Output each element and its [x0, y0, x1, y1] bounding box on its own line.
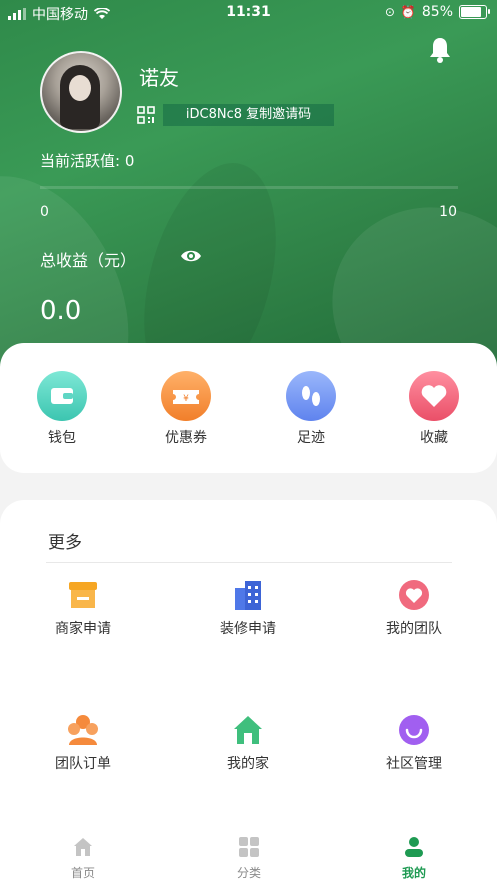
battery-text: 85% — [421, 4, 453, 20]
svg-text:¥: ¥ — [183, 394, 189, 404]
tab-mine-label: 我的 — [401, 866, 426, 880]
invite-code-button[interactable]: iDC8Nc8 复制邀请码 — [163, 104, 334, 126]
community-management-button[interactable]: 社区管理 — [354, 713, 474, 773]
alarm-icon: ⏰ — [400, 5, 416, 19]
activity-label: 当前活跃值: 0 — [40, 152, 135, 170]
home-icon — [231, 713, 265, 747]
my-home-label: 我的家 — [227, 756, 269, 772]
progress-min-label: 0 — [40, 204, 49, 220]
heart-icon — [409, 371, 459, 421]
bottom-tab-bar: 首页 分类 我的 — [0, 826, 497, 883]
more-section-title: 更多 — [48, 533, 82, 553]
smile-icon — [397, 713, 431, 747]
eye-icon[interactable] — [180, 248, 202, 264]
renovation-apply-button[interactable]: 装修申请 — [188, 578, 308, 638]
coupon-icon: ¥ — [161, 371, 211, 421]
grid-icon — [238, 836, 260, 858]
renovation-apply-label: 装修申请 — [220, 621, 276, 637]
wallet-button[interactable]: 钱包 — [22, 371, 102, 447]
divider — [46, 562, 452, 563]
status-bar: 中国移动 11:31 ⊙ ⏰ 85% — [0, 0, 497, 26]
earnings-label: 总收益（元） — [40, 251, 137, 270]
lock-rotation-icon: ⊙ — [384, 5, 395, 19]
username: 诺友 — [139, 66, 179, 90]
group-icon — [66, 713, 100, 747]
battery-icon — [459, 5, 490, 19]
home-tab-icon — [72, 836, 94, 858]
team-orders-label: 团队订单 — [55, 756, 111, 772]
my-team-label: 我的团队 — [386, 621, 442, 637]
my-home-button[interactable]: 我的家 — [188, 713, 308, 773]
footprint-icon — [286, 371, 336, 421]
tab-category-label: 分类 — [236, 866, 261, 880]
building-icon — [231, 578, 265, 612]
person-icon — [403, 836, 425, 858]
wallet-icon — [37, 371, 87, 421]
coupon-button[interactable]: ¥ 优惠券 — [146, 371, 226, 447]
wallet-label: 钱包 — [48, 430, 76, 446]
earnings-value: 0.0 — [40, 296, 82, 326]
avatar[interactable] — [40, 51, 122, 133]
bell-icon[interactable] — [428, 36, 452, 64]
footprint-label: 足迹 — [297, 430, 325, 446]
qr-code-icon[interactable] — [137, 106, 155, 124]
coupon-label: 优惠券 — [165, 430, 207, 446]
footprint-button[interactable]: 足迹 — [271, 371, 351, 447]
tab-mine[interactable]: 我的 — [374, 836, 454, 881]
favorites-button[interactable]: 收藏 — [394, 371, 474, 447]
activity-progress-bar — [40, 186, 458, 189]
merchant-apply-button[interactable]: 商家申请 — [23, 578, 143, 638]
team-heart-icon — [397, 578, 431, 612]
tab-category[interactable]: 分类 — [209, 836, 289, 881]
community-management-label: 社区管理 — [386, 756, 442, 772]
tab-home-label: 首页 — [70, 866, 95, 880]
favorites-label: 收藏 — [420, 430, 448, 446]
merchant-apply-label: 商家申请 — [55, 621, 111, 637]
progress-max-label: 10 — [439, 204, 457, 220]
tab-home[interactable]: 首页 — [43, 836, 123, 881]
store-icon — [66, 578, 100, 612]
my-team-button[interactable]: 我的团队 — [354, 578, 474, 638]
quick-actions-card: 钱包 ¥ 优惠券 足迹 收藏 — [0, 343, 497, 473]
team-orders-button[interactable]: 团队订单 — [23, 713, 143, 773]
